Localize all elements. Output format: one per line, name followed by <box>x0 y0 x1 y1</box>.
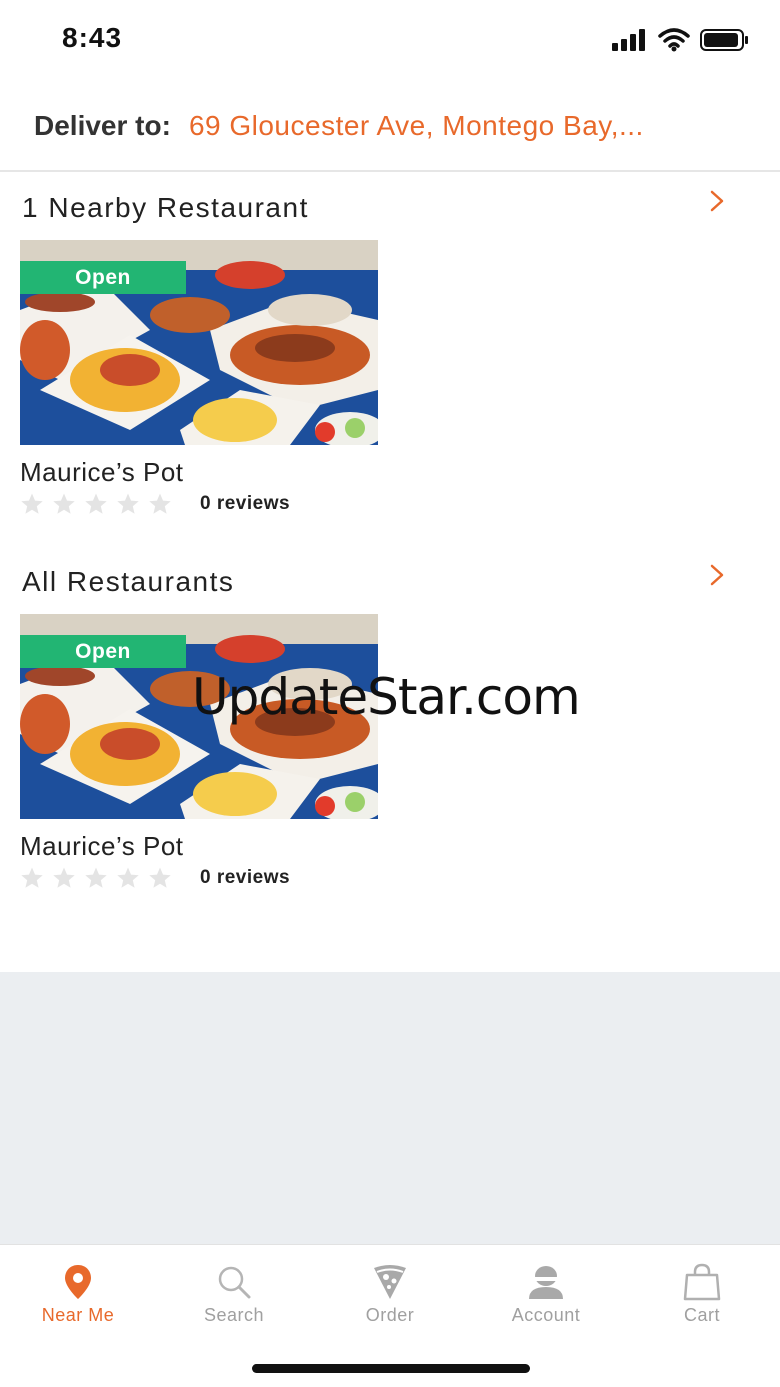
battery-icon <box>700 29 748 51</box>
open-badge: Open <box>20 261 186 294</box>
empty-content-area <box>0 972 780 1244</box>
tab-order[interactable]: Order <box>312 1263 468 1326</box>
star-icon <box>149 493 171 514</box>
account-icon <box>529 1266 563 1299</box>
nearby-section: 1 Nearby Restaurant Open Maurice’s Pot 0… <box>0 172 780 532</box>
restaurant-card[interactable]: Open Maurice’s Pot 0 reviews <box>20 614 378 890</box>
chevron-right-icon[interactable] <box>706 190 728 212</box>
review-count: 0 reviews <box>200 493 291 514</box>
star-rating <box>20 492 172 516</box>
tab-account[interactable]: Account <box>468 1263 624 1326</box>
tab-label: Search <box>203 1305 265 1325</box>
star-icon <box>149 867 171 888</box>
section-title-nearby: 1 Nearby Restaurant <box>22 192 309 223</box>
tab-label: Near Me <box>41 1305 115 1325</box>
rating-row: 0 reviews <box>20 492 378 516</box>
restaurant-card[interactable]: Open Maurice’s Pot 0 reviews <box>20 240 378 516</box>
tab-label: Cart <box>683 1305 720 1325</box>
review-count: 0 reviews <box>200 867 291 888</box>
home-indicator[interactable] <box>252 1364 530 1373</box>
star-rating <box>20 866 172 890</box>
status-bar: 8:43 <box>0 0 780 80</box>
star-icon <box>21 867 43 888</box>
tab-label: Order <box>365 1305 415 1325</box>
status-time: 8:43 <box>62 22 123 53</box>
delivery-address-bar[interactable]: Deliver to: 69 Gloucester Ave, Montego B… <box>0 82 780 172</box>
section-title-all: All Restaurants <box>22 566 235 597</box>
deliver-to-label: Deliver to: <box>34 110 171 141</box>
wifi-icon <box>658 28 690 52</box>
watermark: UpdateStar.com <box>192 668 581 726</box>
star-icon <box>85 493 107 514</box>
shopping-bag-icon <box>683 1263 721 1301</box>
delivery-address[interactable]: 69 Gloucester Ave, Montego Bay,... <box>189 110 644 142</box>
signal-icon <box>612 29 645 51</box>
restaurant-name[interactable]: Maurice’s Pot <box>20 457 378 488</box>
star-icon <box>85 867 107 888</box>
rating-row: 0 reviews <box>20 866 378 890</box>
restaurant-image[interactable]: Open <box>20 240 378 445</box>
tab-near-me[interactable]: Near Me <box>0 1263 156 1326</box>
star-icon <box>117 493 139 514</box>
all-restaurants-section: All Restaurants Open Maurice’s Pot 0 rev… <box>0 546 780 906</box>
search-icon <box>218 1266 251 1299</box>
location-pin-icon <box>65 1265 91 1299</box>
tab-search[interactable]: Search <box>156 1263 312 1326</box>
tab-label: Account <box>511 1305 581 1325</box>
star-icon <box>21 493 43 514</box>
chevron-right-icon[interactable] <box>706 564 728 586</box>
status-icons <box>612 28 750 52</box>
open-badge: Open <box>20 635 186 668</box>
restaurant-name[interactable]: Maurice’s Pot <box>20 831 378 862</box>
pizza-icon <box>374 1265 406 1299</box>
star-icon <box>53 867 75 888</box>
star-icon <box>117 867 139 888</box>
star-icon <box>53 493 75 514</box>
tab-cart[interactable]: Cart <box>624 1263 780 1326</box>
